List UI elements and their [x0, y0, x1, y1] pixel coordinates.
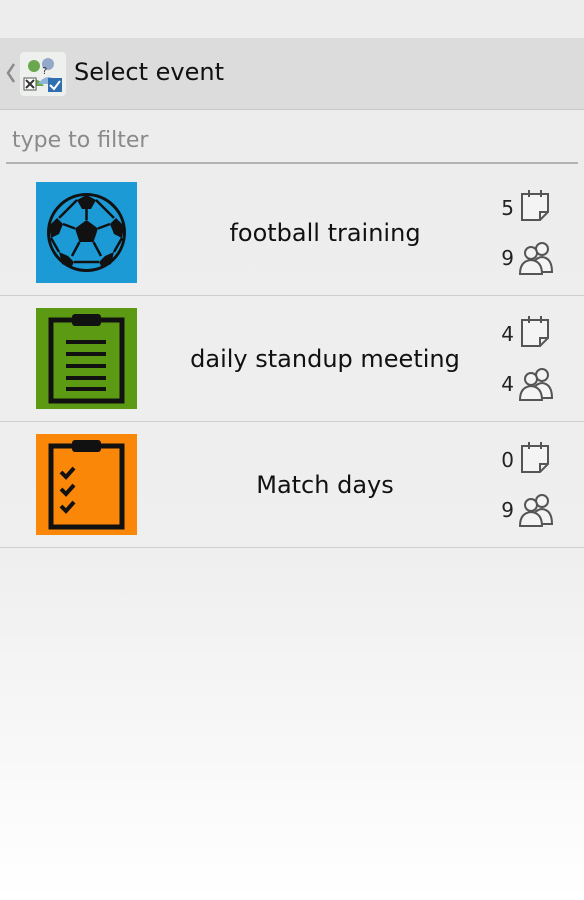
calendar-icon [521, 190, 549, 221]
calendar-icon [521, 442, 549, 473]
event-name: football training [229, 219, 421, 247]
soccer-ball-icon [36, 182, 137, 283]
event-row-match-days[interactable]: Match days 0 9 [0, 422, 584, 548]
people-icon [518, 368, 554, 401]
calendar-icon [521, 316, 549, 347]
filter-input[interactable] [12, 122, 572, 158]
people-count: 4 [490, 364, 560, 404]
event-list: football training 5 9 daily standup meet… [0, 170, 584, 548]
clipboard-check-icon [36, 434, 137, 535]
app-logo-icon[interactable]: ? [20, 52, 66, 96]
event-name: Match days [256, 471, 394, 499]
people-count: 9 [490, 490, 560, 530]
status-bar [0, 0, 584, 38]
event-row-football-training[interactable]: football training 5 9 [0, 170, 584, 296]
people-icon [518, 242, 554, 275]
dates-count: 5 [490, 188, 560, 228]
chevron-left-icon[interactable] [4, 60, 18, 86]
dates-count: 0 [490, 440, 560, 480]
page-title: Select event [74, 58, 225, 86]
people-icon [518, 494, 554, 527]
svg-text:?: ? [42, 66, 47, 77]
action-bar: ? Select event [0, 38, 584, 110]
dates-count: 4 [490, 314, 560, 354]
event-name: daily standup meeting [190, 345, 460, 373]
event-row-daily-standup-meeting[interactable]: daily standup meeting 4 4 [0, 296, 584, 422]
clipboard-list-icon [36, 308, 137, 409]
people-count: 9 [490, 238, 560, 278]
filter-field[interactable] [6, 118, 578, 164]
